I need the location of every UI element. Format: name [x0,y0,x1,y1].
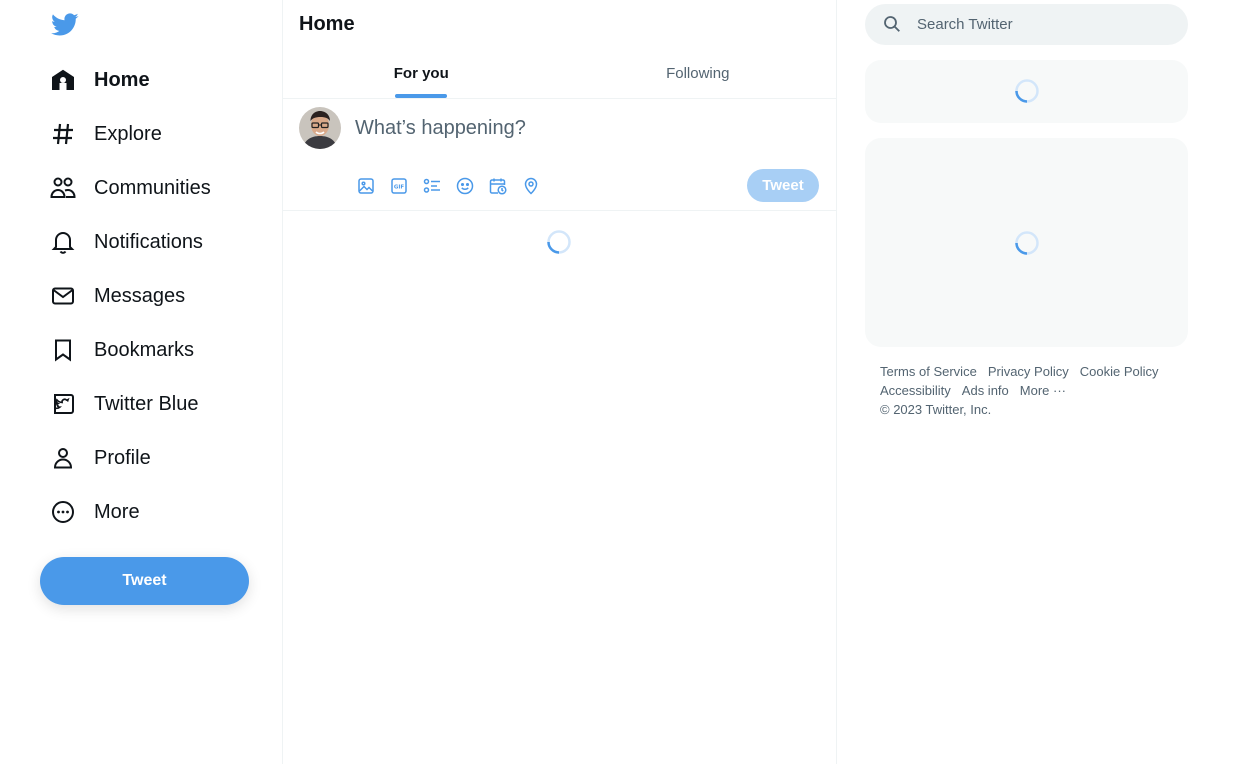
footer-links: Terms of Service Privacy Policy Cookie Pol… [880,362,1180,419]
compose-tweet-button[interactable]: Tweet [747,169,819,202]
tab-label: Following [666,64,730,82]
loading-spinner [547,230,571,254]
footer-link-terms[interactable]: Terms of Service [880,364,977,379]
tab-following[interactable]: Following [560,48,837,98]
nav-label: Twitter Blue [94,392,199,415]
search-input[interactable] [917,4,1177,45]
tab-label: For you [393,64,449,82]
copyright: © 2023 Twitter, Inc. [880,402,992,417]
tweet-button[interactable]: Tweet [40,557,249,605]
gif-icon[interactable]: GIF [388,175,410,197]
hashtag-icon [50,121,76,147]
nav-label: Home [94,68,150,91]
nav-item-messages[interactable]: Messages [40,269,270,323]
search-box[interactable] [865,4,1188,45]
svg-text:GIF: GIF [394,185,405,191]
location-icon[interactable] [520,175,542,197]
nav-item-notifications[interactable]: Notifications [40,215,270,269]
envelope-icon [50,283,76,309]
tab-for-you[interactable]: For you [283,48,560,98]
nav-item-home[interactable]: Home [40,53,270,107]
nav-label: Communities [94,176,211,199]
bookmark-icon [50,337,76,363]
loading-spinner [1015,79,1039,103]
footer-row: Accessibility Ads info More ··· [880,381,1180,400]
footer-link-cookie[interactable]: Cookie Policy [1080,364,1159,379]
timeline-tabs: For you Following [283,48,836,99]
communities-icon [50,175,76,201]
nav-item-communities[interactable]: Communities [40,161,270,215]
nav-label: Notifications [94,230,203,253]
nav-item-explore[interactable]: Explore [40,107,270,161]
nav-label: More [94,500,140,523]
nav-item-more[interactable]: More [40,485,270,539]
emoji-icon[interactable] [454,175,476,197]
person-icon [50,445,76,471]
compose-toolbar: GIF [355,175,542,197]
nav-label: Explore [94,122,162,145]
page-title: Home [299,13,355,35]
nav-item-profile[interactable]: Profile [40,431,270,485]
compose-box: GIF Tweet [283,99,836,211]
compose-input[interactable] [355,117,735,140]
nav-label: Bookmarks [94,338,195,361]
trends-panel [865,60,1188,123]
nav-item-bookmarks[interactable]: Bookmarks [40,323,270,377]
poll-icon[interactable] [421,175,443,197]
nav-label: Messages [94,284,186,307]
image-icon[interactable] [355,175,377,197]
avatar[interactable] [299,107,341,149]
home-icon [50,67,76,93]
main-nav: Home Explore Communities Notifications M… [40,53,270,539]
who-to-follow-panel [865,138,1188,347]
search-icon [884,16,900,32]
footer-link-privacy[interactable]: Privacy Policy [988,364,1069,379]
right-sidebar: Terms of Service Privacy Policy Cookie Pol… [837,0,1240,764]
left-sidebar: Home Explore Communities Notifications M… [0,0,283,764]
footer-link-accessibility[interactable]: Accessibility [880,383,951,398]
more-circle-icon [50,499,76,525]
twitter-logo-icon[interactable] [51,13,79,37]
footer-row: Terms of Service Privacy Policy Cookie Pol… [880,362,1180,381]
bell-icon [50,229,76,255]
main-column: Home For you Following What’s happening?… [283,0,837,764]
footer-link-ads-info[interactable]: Ads info [962,383,1009,398]
twitter-blue-icon [50,391,76,417]
footer-link-more[interactable]: More ··· [1020,383,1066,398]
nav-item-twitter-blue[interactable]: Twitter Blue [40,377,270,431]
active-tab-indicator [395,94,448,98]
nav-label: Profile [94,446,151,469]
schedule-icon[interactable] [487,175,509,197]
loading-spinner [1015,231,1039,255]
